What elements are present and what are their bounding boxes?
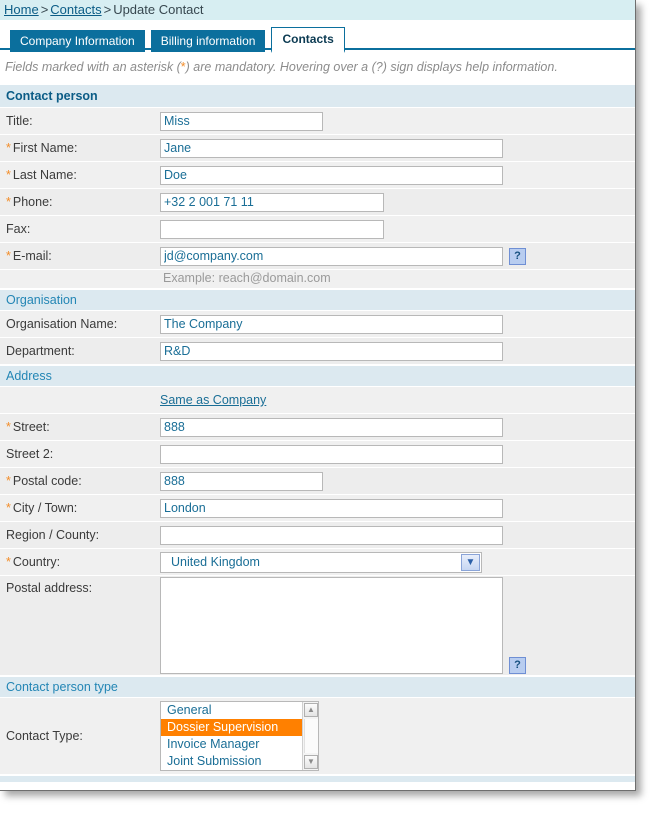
field-row-city: * City / Town:: [0, 495, 635, 522]
email-example-hint: Example: reach@domain.com: [163, 271, 331, 285]
label-contact-type: Contact Type:: [6, 729, 83, 743]
tab-billing-information[interactable]: Billing information: [150, 30, 266, 52]
postal-address-textarea[interactable]: [160, 577, 503, 674]
label-street2: Street 2:: [6, 447, 54, 461]
fax-input[interactable]: [160, 219, 384, 239]
page-content: Home > Contacts > Update Contact Company Inf…: [0, 0, 635, 782]
list-item[interactable]: General: [161, 702, 318, 719]
first-name-input[interactable]: [160, 138, 503, 158]
breadcrumb-separator-1: >: [40, 2, 49, 17]
scroll-down-icon[interactable]: ▼: [304, 755, 318, 769]
section-header-organisation: Organisation: [0, 289, 635, 311]
tab-company-information[interactable]: Company Information: [10, 30, 145, 52]
field-row-department: Department:: [0, 338, 635, 365]
notice-text-before: Fields marked with an asterisk (: [5, 60, 181, 74]
field-row-phone: * Phone:: [0, 189, 635, 216]
field-row-title: Title:: [0, 108, 635, 135]
required-asterisk-icon: *: [6, 168, 11, 182]
required-asterisk-icon: *: [6, 474, 11, 488]
breadcrumb-current: Update Contact: [113, 2, 204, 17]
required-asterisk-icon: *: [6, 141, 11, 155]
mandatory-fields-notice: Fields marked with an asterisk (*) are m…: [0, 50, 635, 84]
label-region: Region / County:: [6, 528, 100, 542]
email-input[interactable]: [160, 246, 503, 266]
field-row-region: Region / County:: [0, 522, 635, 549]
field-row-last-name: * Last Name:: [0, 162, 635, 189]
scroll-up-icon[interactable]: ▲: [304, 703, 318, 717]
field-row-email: *E-mail: ?: [0, 243, 635, 270]
tab-bar: Company Information Billing information Co…: [0, 20, 635, 53]
tab-contacts[interactable]: Contacts: [271, 27, 345, 53]
label-street: * Street:: [6, 420, 50, 434]
breadcrumb-separator-2: >: [103, 2, 112, 17]
same-as-company-link[interactable]: Same as Company: [160, 393, 266, 407]
contact-type-listbox[interactable]: General Dossier Supervision Invoice Mana…: [160, 701, 319, 771]
breadcrumb-link-contacts[interactable]: Contacts: [50, 2, 101, 17]
title-input[interactable]: [160, 111, 323, 131]
country-select-value: United Kingdom: [171, 554, 260, 569]
last-name-input[interactable]: [160, 165, 503, 185]
label-organisation-name: Organisation Name:: [6, 317, 118, 331]
label-city: * City / Town:: [6, 501, 78, 515]
notice-text-after: ) are mandatory. Hovering over a (?) sig…: [185, 60, 558, 74]
field-row-street2: Street 2:: [0, 441, 635, 468]
label-postal-code: * Postal code:: [6, 474, 82, 488]
required-asterisk-icon: *: [6, 501, 11, 515]
city-input[interactable]: [160, 498, 503, 518]
label-phone: * Phone:: [6, 195, 53, 209]
phone-input[interactable]: [160, 192, 384, 212]
street2-input[interactable]: [160, 444, 503, 464]
list-item[interactable]: Dossier Supervision: [161, 719, 318, 736]
label-postal-address: Postal address:: [6, 581, 93, 595]
application-window: Home > Contacts > Update Contact Company Inf…: [0, 0, 636, 791]
listbox-scrollbar[interactable]: ▲ ▼: [302, 702, 318, 770]
section-header-contact-person-type: Contact person type: [0, 676, 635, 698]
chevron-down-icon[interactable]: ▼: [461, 553, 480, 571]
field-row-first-name: * First Name:: [0, 135, 635, 162]
required-asterisk-icon: *: [6, 555, 11, 569]
field-row-organisation-name: Organisation Name:: [0, 311, 635, 338]
label-last-name: * Last Name:: [6, 168, 77, 182]
region-input[interactable]: [160, 525, 503, 545]
label-country: * Country:: [6, 555, 61, 569]
help-icon-postal-address[interactable]: ?: [509, 657, 526, 674]
help-icon-email[interactable]: ?: [509, 247, 526, 265]
field-row-contact-type: Contact Type: General Dossier Supervisio…: [0, 698, 635, 775]
field-row-postal-address: Postal address: ?: [0, 576, 635, 676]
field-row-fax: Fax:: [0, 216, 635, 243]
section-header-contact-person: Contact person: [0, 84, 635, 108]
field-row-same-as-company: Same as Company: [0, 387, 635, 414]
country-select[interactable]: United Kingdom ▼: [160, 551, 482, 573]
list-item[interactable]: Invoice Manager: [161, 736, 318, 753]
organisation-name-input[interactable]: [160, 314, 503, 334]
breadcrumb: Home > Contacts > Update Contact: [0, 0, 635, 20]
label-title: Title:: [6, 114, 33, 128]
required-asterisk-icon: *: [6, 420, 11, 434]
label-fax: Fax:: [6, 222, 31, 236]
label-email: * E-mail:: [6, 249, 52, 263]
label-department: Department:: [6, 344, 75, 358]
department-input[interactable]: [160, 341, 503, 361]
street-input[interactable]: [160, 417, 503, 437]
breadcrumb-link-home[interactable]: Home: [4, 2, 39, 17]
required-asterisk-icon: *: [6, 195, 11, 209]
field-row-postal-code: * Postal code:: [0, 468, 635, 495]
section-header-address: Address: [0, 365, 635, 387]
scrollbar-track[interactable]: [304, 719, 318, 753]
form-actions: SaveCancel: [0, 775, 635, 782]
field-row-street: * Street:: [0, 414, 635, 441]
field-row-country: * Country: United Kingdom ▼: [0, 549, 635, 576]
postal-code-input[interactable]: [160, 471, 323, 491]
contact-form: Contact person Title: *First Name: *Last…: [0, 84, 635, 782]
field-row-email-hint: Example: reach@domain.com: [0, 270, 635, 289]
required-asterisk-icon: *: [6, 249, 11, 263]
label-first-name: * First Name:: [6, 141, 78, 155]
list-item[interactable]: Joint Submission: [161, 753, 318, 770]
